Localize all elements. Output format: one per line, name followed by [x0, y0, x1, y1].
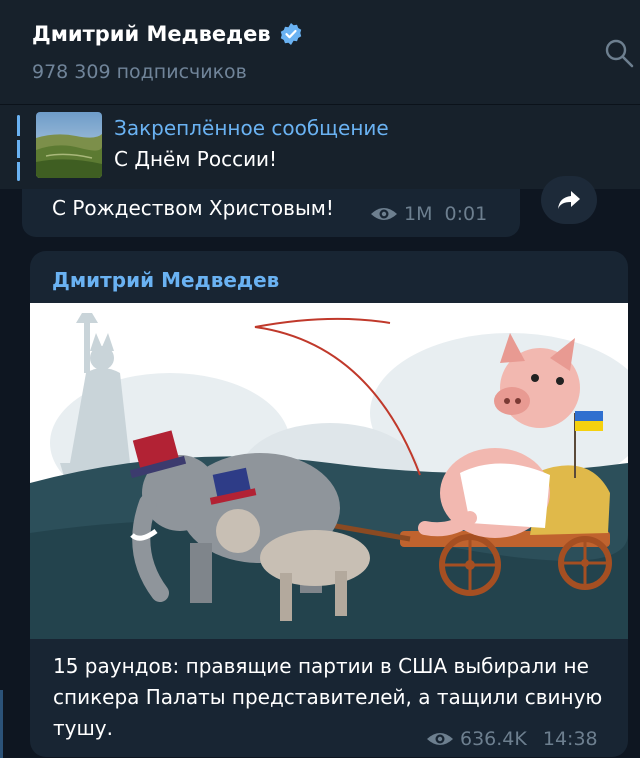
channel-name: Дмитрий Медведев — [32, 22, 271, 46]
post-image[interactable] — [30, 303, 628, 639]
post-time: 14:38 — [542, 728, 598, 750]
pinned-thumbnail — [36, 112, 102, 178]
post-meta: 636.4K 14:38 — [426, 728, 598, 750]
previous-views: 1M — [404, 203, 433, 225]
pinned-indicator — [17, 115, 20, 181]
channel-header[interactable]: Дмитрий Медведев 978 309 подписчиков — [0, 0, 640, 104]
views-eye-icon — [427, 733, 453, 745]
verified-check-icon — [280, 23, 301, 45]
views-eye-icon — [371, 208, 397, 220]
pinned-text: С Днём России! — [114, 147, 278, 171]
share-arrow-icon — [558, 191, 580, 209]
post-views: 636.4K — [460, 728, 527, 750]
channel-post[interactable]: Дмитрий Медведев 15 раундов: правящие па… — [30, 251, 628, 757]
channel-title[interactable]: Дмитрий Медведев — [32, 22, 303, 46]
search-icon[interactable] — [602, 36, 636, 70]
pinned-title: Закреплённое сообщение — [114, 116, 389, 140]
subscriber-count: 978 309 подписчиков — [32, 61, 247, 83]
previous-time: 0:01 — [444, 203, 488, 225]
share-button[interactable] — [541, 176, 597, 224]
previous-message-text: С Рождеством Христовым! — [52, 196, 334, 220]
previous-message-meta: 1M 0:01 — [370, 203, 487, 225]
scroll-indicator — [0, 690, 3, 758]
post-author[interactable]: Дмитрий Медведев — [52, 268, 279, 292]
